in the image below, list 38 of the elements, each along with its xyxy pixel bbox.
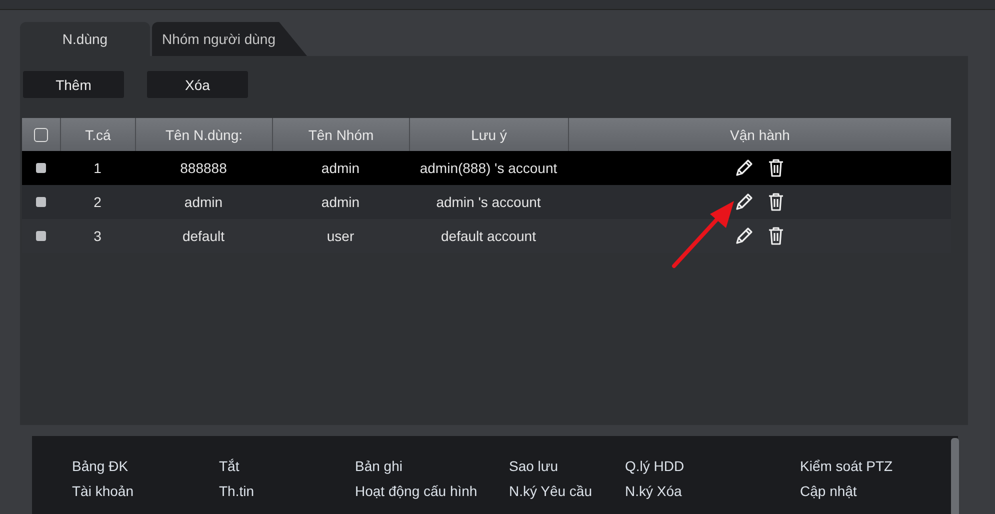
edit-icon[interactable] <box>734 226 754 246</box>
menu-item[interactable]: Bản ghi <box>355 457 509 475</box>
table-cell: default <box>182 228 225 244</box>
row-checkbox[interactable] <box>36 231 46 241</box>
menu-item[interactable]: N.ký Yêu cầu <box>509 482 625 500</box>
table-cell: admin(888) 's account <box>420 160 558 176</box>
table-cell: admin 's account <box>436 194 541 210</box>
table-cell: 3 <box>94 228 102 244</box>
table-cell: admin <box>321 194 360 210</box>
action-button[interactable]: Xóa <box>147 71 248 98</box>
table-cell: 1 <box>94 160 102 176</box>
menu-item[interactable]: Q.lý HDD <box>625 457 800 475</box>
menu-item[interactable]: N.ký Xóa <box>625 482 800 500</box>
table-cell: user <box>326 228 354 244</box>
table-row[interactable]: 2 admin admin admin 's account <box>22 185 951 219</box>
menu-item[interactable]: Tài khoản <box>72 482 219 500</box>
tab[interactable]: Nhóm người dùng <box>152 22 307 56</box>
menu-item[interactable]: Tắt <box>219 457 355 475</box>
row-checkbox[interactable] <box>36 197 46 207</box>
menu-item[interactable]: Kiểm soát PTZ <box>800 457 893 475</box>
menu-item[interactable]: Bảng ĐK <box>72 457 219 475</box>
menu-item[interactable]: Th.tin <box>219 482 355 500</box>
edit-icon[interactable] <box>734 158 754 178</box>
table-row[interactable]: 1 888888 admin admin(888) 's account <box>22 151 951 185</box>
scrollbar[interactable] <box>951 438 959 514</box>
row-checkbox[interactable] <box>36 163 46 173</box>
menu-item[interactable]: Hoạt động cấu hình <box>355 482 509 500</box>
table-cell: admin <box>184 194 223 210</box>
menu-item[interactable]: Sao lưu <box>509 457 625 475</box>
table-cell: 2 <box>94 194 102 210</box>
edit-icon[interactable] <box>734 192 754 212</box>
menu-item[interactable]: Cập nhật <box>800 482 893 500</box>
table-cell: 888888 <box>180 160 227 176</box>
table-cell: default account <box>441 228 536 244</box>
action-button[interactable]: Thêm <box>23 71 124 98</box>
tab[interactable]: N.dùng <box>20 22 150 56</box>
select-all-checkbox[interactable] <box>34 128 48 142</box>
table-cell: admin <box>321 160 360 176</box>
